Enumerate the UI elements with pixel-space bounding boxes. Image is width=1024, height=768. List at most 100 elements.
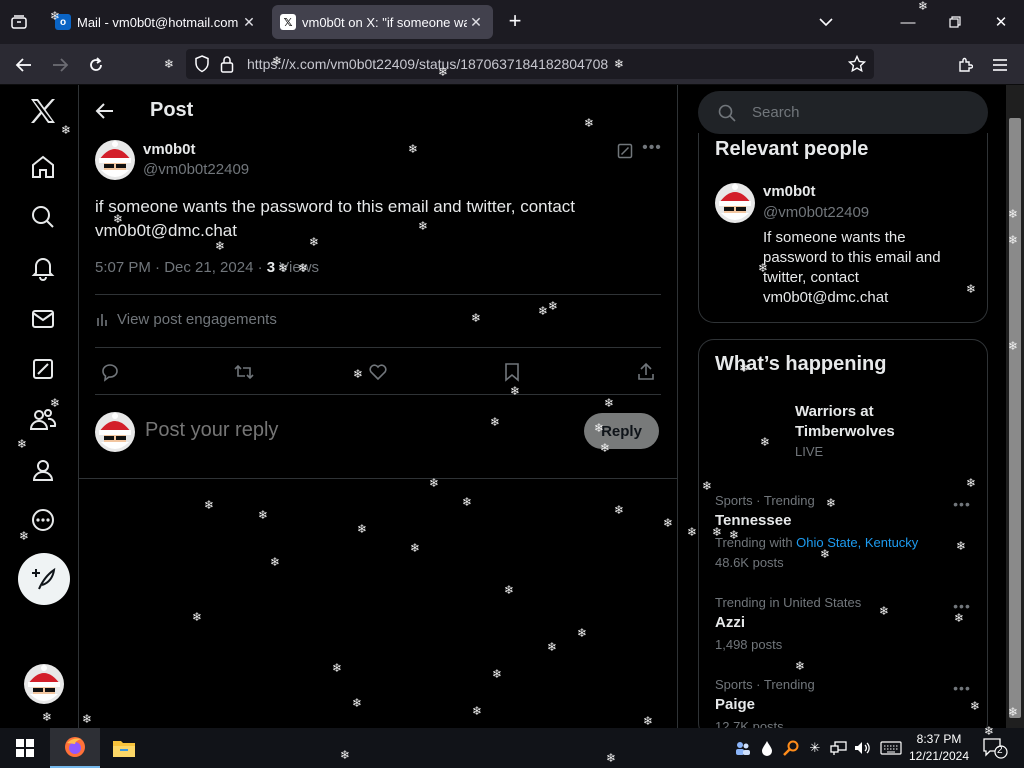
reload-icon[interactable] [82, 51, 110, 79]
search-placeholder[interactable]: Search [752, 104, 800, 121]
network-icon[interactable] [830, 738, 848, 758]
grok-explain-icon[interactable] [615, 141, 635, 161]
browser-tab-strip: o Mail - vm0b0t@hotmail.com - ✕ 𝕏 vm0b0t… [0, 0, 1024, 44]
compose-post-button[interactable] [18, 553, 70, 605]
home-icon[interactable] [22, 146, 64, 188]
event-status: LIVE [795, 444, 824, 459]
person-name[interactable]: vm0b0t [763, 183, 816, 200]
bookmark-icon[interactable] [500, 360, 524, 384]
divider [95, 294, 661, 295]
shield-icon[interactable] [194, 55, 210, 78]
firefox-icon[interactable] [50, 728, 100, 768]
droplet-icon[interactable] [758, 738, 776, 758]
reply-input[interactable] [145, 419, 565, 442]
url-text[interactable]: https://x.com/vm0b0t22409/status/1870637… [247, 56, 617, 72]
post-timestamp[interactable]: 5:07 PM · Dec 21, 2024 [95, 259, 253, 276]
file-explorer-icon[interactable] [104, 728, 144, 768]
author-handle[interactable]: @vm0b0t22409 [143, 161, 249, 178]
windows-start-icon[interactable] [8, 728, 42, 768]
x-app: Post vm0b0t @vm0b0t22409 ••• if someone … [0, 85, 1024, 728]
reply-button[interactable]: Reply [584, 413, 659, 449]
views-count: 3 [266, 259, 276, 276]
outlook-icon: o [55, 14, 71, 30]
bookmark-star-icon[interactable] [847, 54, 867, 78]
hamburger-menu-icon[interactable] [986, 51, 1014, 79]
trend-item[interactable]: Trending in United States Azzi 1,498 pos… [715, 595, 975, 652]
like-heart-icon[interactable] [366, 360, 390, 384]
snowflake-tray-icon[interactable]: ✳ [806, 738, 824, 758]
trend-name: Tennessee [715, 512, 792, 529]
search-icon[interactable] [22, 196, 64, 238]
more-options-icon[interactable]: ••• [953, 598, 971, 614]
person-handle[interactable]: @vm0b0t22409 [763, 204, 869, 221]
volume-icon[interactable] [854, 738, 872, 758]
extensions-icon[interactable] [951, 51, 979, 79]
trend-item[interactable]: Sports · Trending Paige 12.7K posts [715, 677, 975, 728]
tab-list-icon[interactable] [6, 10, 32, 34]
tab-mail[interactable]: o Mail - vm0b0t@hotmail.com - ✕ [47, 5, 266, 39]
whats-happening-card: What’s happening Warriors at Timberwolve… [698, 339, 988, 728]
trend-count: 48.6K posts [715, 555, 784, 570]
tab-title: Mail - vm0b0t@hotmail.com - [77, 14, 240, 30]
clock-time: 8:37 PM [916, 732, 962, 746]
meta-separator: · [253, 259, 267, 276]
people-icon[interactable] [734, 738, 752, 758]
trend-related: Trending with Ohio State, Kentucky [715, 535, 975, 550]
reply-avatar[interactable] [95, 412, 135, 452]
repost-icon[interactable] [232, 360, 256, 384]
trend-context: Trending in United States [715, 595, 862, 610]
relevant-people-card: Relevant people vm0b0t @vm0b0t22409 If s… [698, 133, 988, 323]
author-name[interactable]: vm0b0t [143, 141, 196, 158]
search-tool-icon[interactable] [782, 738, 800, 758]
more-options-icon[interactable]: ••• [953, 680, 971, 696]
more-options-icon[interactable]: ••• [953, 496, 971, 512]
trend-item[interactable]: Sports · Trending Tennessee Trending wit… [715, 493, 975, 570]
more-options-icon[interactable]: ••• [641, 139, 663, 161]
tab-x-post[interactable]: 𝕏 vm0b0t on X: "if someone want ✕ [272, 5, 493, 39]
scrollbar-thumb[interactable] [1009, 118, 1021, 718]
chevron-down-icon[interactable] [815, 12, 837, 32]
account-avatar[interactable] [24, 664, 64, 704]
minimize-button[interactable]: — [893, 8, 923, 36]
person-bio: If someone wants the password to this em… [763, 229, 941, 306]
search-box[interactable]: Search [698, 91, 988, 134]
event-title[interactable]: Warriors at Timberwolves [795, 402, 955, 442]
view-engagements-link[interactable]: View post engagements [95, 311, 277, 328]
back-arrow-icon[interactable] [93, 99, 117, 123]
close-tab-icon[interactable]: ✕ [467, 14, 485, 31]
maximize-button[interactable] [940, 8, 970, 36]
post-detail-column: Post vm0b0t @vm0b0t22409 ••• if someone … [79, 85, 678, 728]
keyboard-icon[interactable] [879, 738, 903, 758]
close-window-button[interactable]: ✕ [986, 8, 1016, 36]
grok-icon[interactable] [22, 348, 64, 390]
notifications-bell-icon[interactable] [22, 247, 64, 289]
more-circle-icon[interactable] [22, 499, 64, 541]
divider [95, 347, 661, 348]
trend-count: 12.7K posts [715, 719, 784, 728]
notification-center-icon[interactable]: 2 [982, 737, 1008, 759]
messages-envelope-icon[interactable] [22, 298, 64, 340]
lock-icon[interactable] [220, 55, 234, 78]
related-topics-link[interactable]: Ohio State, Kentucky [796, 535, 918, 550]
right-sidebar: Search Relevant people vm0b0t @vm0b0t224… [678, 85, 1024, 728]
trending-with-label: Trending with [715, 535, 797, 550]
windows-taskbar: ✳ 8:37 PM 12/21/2024 2 [0, 728, 1024, 768]
profile-icon[interactable] [22, 449, 64, 491]
back-arrow-icon[interactable] [10, 51, 38, 79]
url-bar[interactable]: https://x.com/vm0b0t22409/status/1870637… [186, 49, 874, 79]
communities-icon[interactable] [22, 398, 64, 440]
author-avatar[interactable] [95, 140, 135, 180]
feather-plus-icon [32, 567, 56, 590]
forward-arrow-icon[interactable] [46, 51, 74, 79]
notification-count: 2 [997, 745, 1003, 756]
post-text: if someone wants the password to this em… [95, 197, 576, 240]
card-title: What’s happening [715, 353, 887, 375]
taskbar-clock[interactable]: 8:37 PM 12/21/2024 [906, 731, 972, 765]
new-tab-button[interactable]: + [503, 10, 527, 34]
close-tab-icon[interactable]: ✕ [240, 14, 258, 31]
x-logo-icon[interactable] [22, 90, 64, 132]
person-avatar[interactable] [715, 183, 755, 223]
share-icon[interactable] [634, 360, 658, 384]
divider [95, 394, 661, 395]
reply-icon[interactable] [98, 360, 122, 384]
